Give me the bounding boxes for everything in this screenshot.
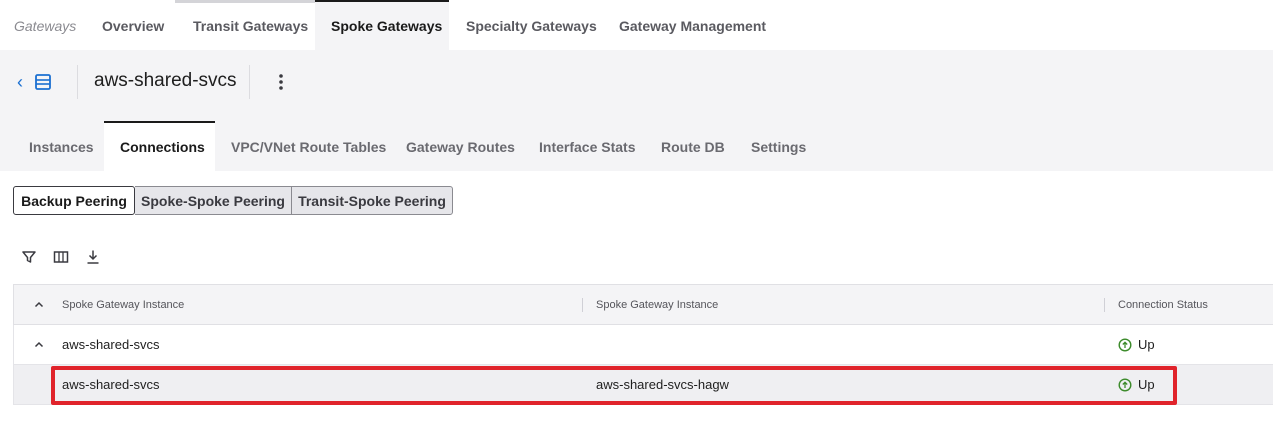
chevron-up-icon[interactable] [33, 339, 45, 351]
top-nav: Gateways Overview Transit Gateways Spoke… [0, 0, 1273, 50]
top-nav-tab-gateway-management[interactable]: Gateway Management [619, 0, 766, 50]
tab-connections[interactable]: Connections [104, 121, 215, 171]
tab-interface-stats[interactable]: Interface Stats [539, 121, 635, 171]
top-nav-tab-spoke-gateways[interactable]: Spoke Gateways [315, 0, 449, 50]
column-separator[interactable] [1104, 298, 1105, 312]
column-header-connection-status[interactable]: Connection Status [1118, 285, 1208, 325]
table-group-row[interactable]: aws-shared-svcs Up [13, 325, 1273, 365]
tab-settings[interactable]: Settings [751, 121, 806, 171]
header-divider [249, 65, 250, 99]
columns-icon[interactable] [53, 249, 69, 265]
transit-spoke-peering-toggle[interactable]: Transit-Spoke Peering [291, 186, 453, 215]
top-nav-tab-gateways[interactable]: Gateways [14, 0, 76, 50]
kebab-menu-icon[interactable] [276, 72, 286, 92]
filter-icon[interactable] [21, 249, 37, 265]
list-view-icon[interactable] [34, 73, 52, 91]
tab-gateway-routes[interactable]: Gateway Routes [406, 121, 515, 171]
backup-peering-toggle[interactable]: Backup Peering [13, 186, 135, 215]
top-nav-tab-specialty-gateways[interactable]: Specialty Gateways [466, 0, 597, 50]
chevron-left-icon[interactable]: ‹ [17, 73, 29, 91]
row-highlight-annotation [51, 366, 1177, 405]
tab-vpc-vnet-route-tables[interactable]: VPC/VNet Route Tables [231, 121, 386, 171]
connection-status: Up [1138, 337, 1155, 352]
group-gateway-name: aws-shared-svcs [62, 337, 160, 352]
chevron-up-icon[interactable] [33, 299, 45, 311]
status-up-icon [1118, 338, 1132, 352]
download-icon[interactable] [85, 249, 101, 265]
column-header-spoke-gateway-instance[interactable]: Spoke Gateway Instance [62, 285, 184, 325]
tab-instances[interactable]: Instances [29, 121, 94, 171]
column-header-spoke-gateway-instance-2[interactable]: Spoke Gateway Instance [596, 285, 718, 325]
page-title: aws-shared-svcs [94, 70, 237, 91]
top-nav-tab-overview[interactable]: Overview [102, 0, 164, 50]
tab-route-db[interactable]: Route DB [661, 121, 725, 171]
detail-tabs: Instances Connections VPC/VNet Route Tab… [0, 121, 1273, 171]
column-separator[interactable] [582, 298, 583, 312]
top-nav-tab-transit-gateways[interactable]: Transit Gateways [193, 0, 308, 50]
table-header: Spoke Gateway Instance Spoke Gateway Ins… [13, 284, 1273, 325]
header-divider [77, 65, 78, 99]
spoke-spoke-peering-toggle[interactable]: Spoke-Spoke Peering [135, 186, 292, 215]
